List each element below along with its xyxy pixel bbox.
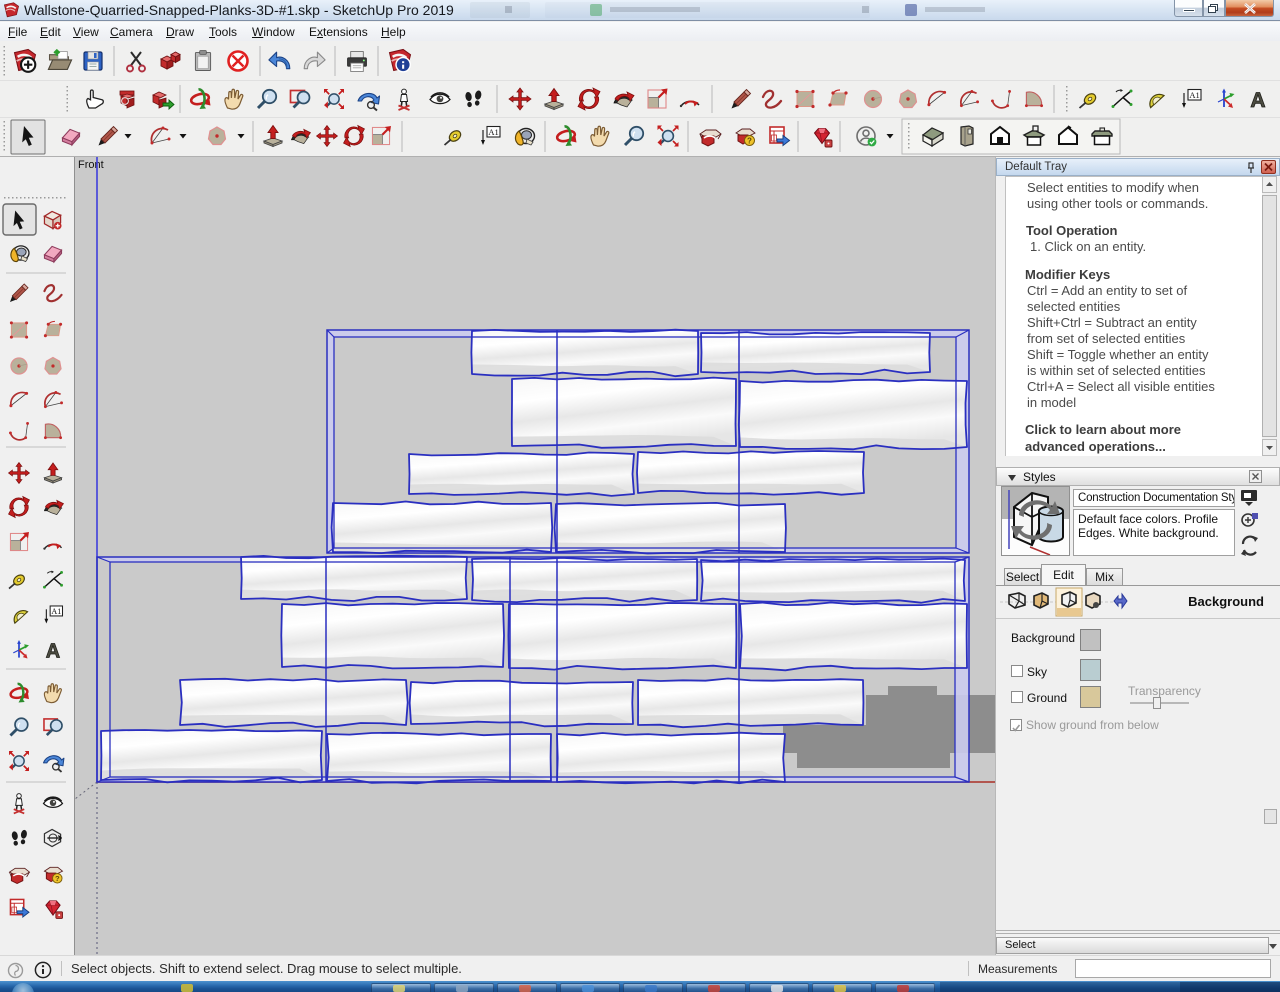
svg-text:Front: Front xyxy=(78,159,104,171)
svg-text:Background: Background xyxy=(1188,594,1264,609)
